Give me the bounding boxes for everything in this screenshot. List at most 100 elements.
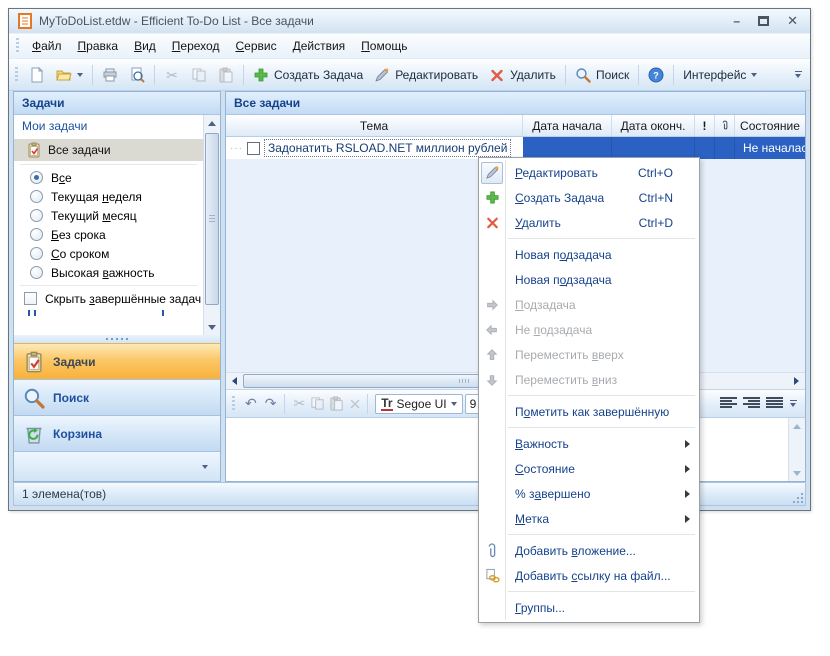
filter-radio-current-week[interactable]: Текущая неделя xyxy=(14,187,203,206)
toolbar-overflow-button[interactable] xyxy=(787,400,799,407)
menu-go[interactable]: Переход xyxy=(164,35,228,57)
filter-radio-all[interactable]: Все xyxy=(14,168,203,187)
paste-icon[interactable] xyxy=(329,396,344,411)
context-menu-item-importance[interactable]: Важность xyxy=(479,431,699,456)
menu-tools[interactable]: Сервис xyxy=(227,35,284,57)
context-menu-item-delete[interactable]: Удалить Ctrl+D xyxy=(479,210,699,235)
print-button[interactable] xyxy=(97,64,123,86)
context-menu-item-create-task[interactable]: Создать Задача Ctrl+N xyxy=(479,185,699,210)
cut-button[interactable]: ✂ xyxy=(159,64,185,86)
toolbar-overflow-button[interactable] xyxy=(792,71,804,78)
context-menu-item-mark-completed[interactable]: Пометить как завершённую xyxy=(479,399,699,424)
radio-icon xyxy=(30,209,43,222)
view-title: Все задачи xyxy=(226,92,805,115)
filter-radio-high-importance[interactable]: Высокая важность xyxy=(14,263,203,282)
open-file-button[interactable] xyxy=(51,64,88,86)
copy-icon[interactable] xyxy=(310,396,325,411)
scrollbar-thumb[interactable] xyxy=(205,133,219,305)
filter-radio-current-month[interactable]: Текущий месяц xyxy=(14,206,203,225)
new-file-button[interactable] xyxy=(24,64,50,86)
checkbox-icon xyxy=(24,292,37,305)
print-preview-button[interactable] xyxy=(124,64,150,86)
delete-task-button[interactable]: Удалить xyxy=(484,64,561,86)
scroll-down-icon[interactable] xyxy=(204,319,220,335)
close-icon[interactable]: ✕ xyxy=(787,13,798,29)
submenu-arrow-icon xyxy=(685,464,690,473)
chevron-down-icon xyxy=(751,72,758,77)
menu-edit[interactable]: Правка xyxy=(70,35,127,57)
resize-grip[interactable] xyxy=(790,490,803,503)
align-justify-icon[interactable] xyxy=(766,397,783,410)
context-menu-item-state[interactable]: Состояние xyxy=(479,456,699,481)
filter-radio-with-due[interactable]: Со сроком xyxy=(14,244,203,263)
redo-icon[interactable]: ↷ xyxy=(262,395,280,412)
column-header-status[interactable]: Состояние xyxy=(735,115,805,136)
nav-button-search[interactable]: Поиск xyxy=(14,379,220,415)
copy-button[interactable] xyxy=(186,64,212,86)
context-menu-item-new-subtask-1[interactable]: Новая подзадача xyxy=(479,242,699,267)
column-header-start-date[interactable]: Дата начала xyxy=(523,115,612,136)
context-menu-item-new-subtask-2[interactable]: Новая подзадача xyxy=(479,267,699,292)
paste-button[interactable] xyxy=(213,64,239,86)
arrow-right-icon xyxy=(479,292,506,317)
scroll-right-icon[interactable] xyxy=(788,373,805,389)
column-header-priority[interactable]: ! xyxy=(695,115,715,136)
filter-radio-no-due[interactable]: Без срока xyxy=(14,225,203,244)
context-menu-item-edit[interactable]: Редактировать Ctrl+O xyxy=(479,160,699,185)
help-button[interactable]: ? xyxy=(643,64,669,86)
scroll-up-icon[interactable] xyxy=(204,115,220,131)
new-document-icon xyxy=(31,66,44,82)
scroll-left-icon[interactable] xyxy=(226,373,243,389)
minimize-icon[interactable]: – xyxy=(733,14,740,28)
radio-icon xyxy=(30,190,43,203)
align-left-icon[interactable] xyxy=(720,397,737,410)
context-menu-item-make-subtask[interactable]: Подзадача xyxy=(479,292,699,317)
sidebar-scrollbar[interactable] xyxy=(203,115,220,335)
menu-view[interactable]: Вид xyxy=(126,35,164,57)
align-right-icon[interactable] xyxy=(743,397,760,410)
font-family-select[interactable]: Tr Segoe UI xyxy=(375,393,463,414)
menu-actions[interactable]: Действия xyxy=(285,35,354,57)
arrow-left-icon xyxy=(479,317,506,342)
submenu-arrow-icon xyxy=(685,489,690,498)
note-scrollbar[interactable] xyxy=(788,418,805,481)
menu-help[interactable]: Помощь xyxy=(353,35,415,57)
column-header-end-date[interactable]: Дата оконч. xyxy=(612,115,695,136)
context-menu-item-move-up[interactable]: Переместить вверх xyxy=(479,342,699,367)
context-menu-item-percent-complete[interactable]: % завершено xyxy=(479,481,699,506)
undo-icon[interactable]: ↶ xyxy=(242,395,260,412)
shortcut-label: Ctrl+D xyxy=(638,215,673,230)
all-tasks-item[interactable]: Все задачи xyxy=(14,139,203,161)
search-icon xyxy=(24,388,45,409)
nav-button-recycle-bin[interactable]: Корзина xyxy=(14,415,220,451)
context-menu-item-add-attachment[interactable]: Добавить вложение... xyxy=(479,538,699,563)
create-task-button[interactable]: Создать Задача xyxy=(248,64,368,86)
context-menu-item-unmake-subtask[interactable]: Не подзадача xyxy=(479,317,699,342)
context-menu-item-groups[interactable]: Группы... xyxy=(479,595,699,620)
maximize-icon[interactable] xyxy=(758,16,770,26)
plus-icon xyxy=(479,185,506,210)
task-checkbox[interactable] xyxy=(247,141,260,155)
task-status-cell: Не началас xyxy=(743,141,805,155)
context-menu-item-add-file-link[interactable]: Добавить ссылку на файл... xyxy=(479,563,699,588)
scroll-down-icon[interactable] xyxy=(789,465,805,481)
nav-collapse-bar[interactable] xyxy=(14,451,220,481)
tasks-clipboard-icon xyxy=(26,351,42,372)
context-menu-item-label[interactable]: Метка xyxy=(479,506,699,531)
sidebar-splitter-handle[interactable] xyxy=(14,335,220,343)
task-subject-cell[interactable]: ··· Задонатить RSLOAD.NET миллион рублей xyxy=(226,137,523,159)
scroll-up-icon[interactable] xyxy=(789,418,805,434)
column-header-attachment[interactable] xyxy=(715,115,735,136)
title-bar[interactable]: MyToDoList.etdw - Efficient To-Do List -… xyxy=(9,9,810,34)
task-row[interactable]: ··· Задонатить RSLOAD.NET миллион рублей… xyxy=(226,137,805,159)
nav-button-tasks[interactable]: Задачи xyxy=(14,343,220,379)
edit-task-button[interactable]: Редактировать xyxy=(369,64,483,86)
search-button[interactable]: Поиск xyxy=(570,64,634,86)
clear-x-icon[interactable] xyxy=(348,397,362,411)
cut-icon[interactable]: ✂ xyxy=(290,395,308,412)
context-menu-item-move-down[interactable]: Переместить вниз xyxy=(479,367,699,392)
column-header-subject[interactable]: Тема xyxy=(226,115,523,136)
hide-completed-checkbox[interactable]: Скрыть завершённые задач xyxy=(14,289,203,308)
menu-file[interactable]: Файл xyxy=(24,35,70,57)
interface-dropdown[interactable]: Интерфейс xyxy=(678,65,762,85)
